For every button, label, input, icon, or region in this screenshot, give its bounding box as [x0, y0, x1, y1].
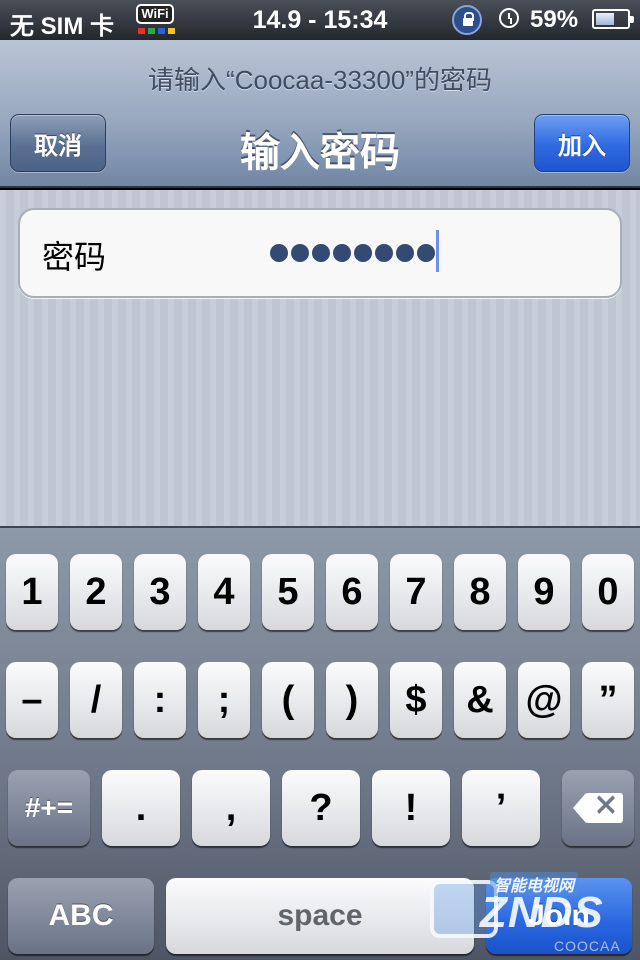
key-row1-1[interactable]: 2: [70, 554, 122, 630]
key-row3-3[interactable]: !: [372, 770, 450, 846]
backspace-icon: ✕: [573, 790, 623, 823]
keyboard: 1234567890 – /:;() $ & @” #+= .,?!’ ✕ ABC sp…: [0, 526, 640, 960]
more-symbols-key[interactable]: #+=: [8, 770, 90, 846]
key-row1-3[interactable]: 4: [198, 554, 250, 630]
delete-key[interactable]: ✕: [562, 770, 634, 846]
key-row1-0[interactable]: 1: [6, 554, 58, 630]
key-row1-7[interactable]: 8: [454, 554, 506, 630]
nav-bar: 请输入“Coocaa-33300”的密码 取消 输入密码 加入: [0, 40, 640, 188]
key-row3-1[interactable]: ,: [192, 770, 270, 846]
password-dot: [396, 244, 414, 262]
abc-key[interactable]: ABC: [8, 878, 154, 954]
key-row2-8[interactable]: @: [518, 662, 570, 738]
key-row1-6[interactable]: 7: [390, 554, 442, 630]
join-key[interactable]: Join: [486, 878, 632, 954]
key-row2-5[interactable]: ): [326, 662, 378, 738]
key-row2-3[interactable]: ;: [198, 662, 250, 738]
key-row2-9[interactable]: ”: [582, 662, 634, 738]
battery-fill: [596, 13, 614, 25]
password-dot: [270, 244, 288, 262]
password-dot: [354, 244, 372, 262]
text-cursor: [436, 230, 439, 272]
key-row3-4[interactable]: ’: [462, 770, 540, 846]
key-row1-4[interactable]: 5: [262, 554, 314, 630]
space-key[interactable]: space: [166, 878, 474, 954]
key-row1-2[interactable]: 3: [134, 554, 186, 630]
key-row3-0[interactable]: .: [102, 770, 180, 846]
status-bar: 无 SIM 卡 WiFi 14.9 - 15:34 59%: [0, 0, 640, 40]
key-row3-2[interactable]: ?: [282, 770, 360, 846]
password-masked-value: [270, 244, 435, 262]
key-row1-8[interactable]: 9: [518, 554, 570, 630]
password-label: 密码: [42, 239, 107, 275]
alarm-icon: [499, 8, 519, 28]
join-button[interactable]: 加入: [534, 114, 630, 172]
key-row2-2[interactable]: :: [134, 662, 186, 738]
rotation-lock-icon: [452, 5, 482, 35]
password-dot: [417, 244, 435, 262]
key-row2-4[interactable]: (: [262, 662, 314, 738]
key-row2-1[interactable]: /: [70, 662, 122, 738]
key-row2-7[interactable]: &: [454, 662, 506, 738]
password-dot: [375, 244, 393, 262]
key-row1-9[interactable]: 0: [582, 554, 634, 630]
password-dot: [312, 244, 330, 262]
battery-percent: 59%: [530, 6, 579, 33]
key-row2-6[interactable]: $: [390, 662, 442, 738]
content-area: 密码: [0, 190, 640, 526]
battery-icon: [592, 9, 634, 29]
key-row2-0[interactable]: –: [6, 662, 58, 738]
password-dot: [333, 244, 351, 262]
password-dot: [291, 244, 309, 262]
password-field[interactable]: 密码: [18, 208, 622, 298]
key-row1-5[interactable]: 6: [326, 554, 378, 630]
network-prompt: 请输入“Coocaa-33300”的密码: [148, 65, 492, 95]
